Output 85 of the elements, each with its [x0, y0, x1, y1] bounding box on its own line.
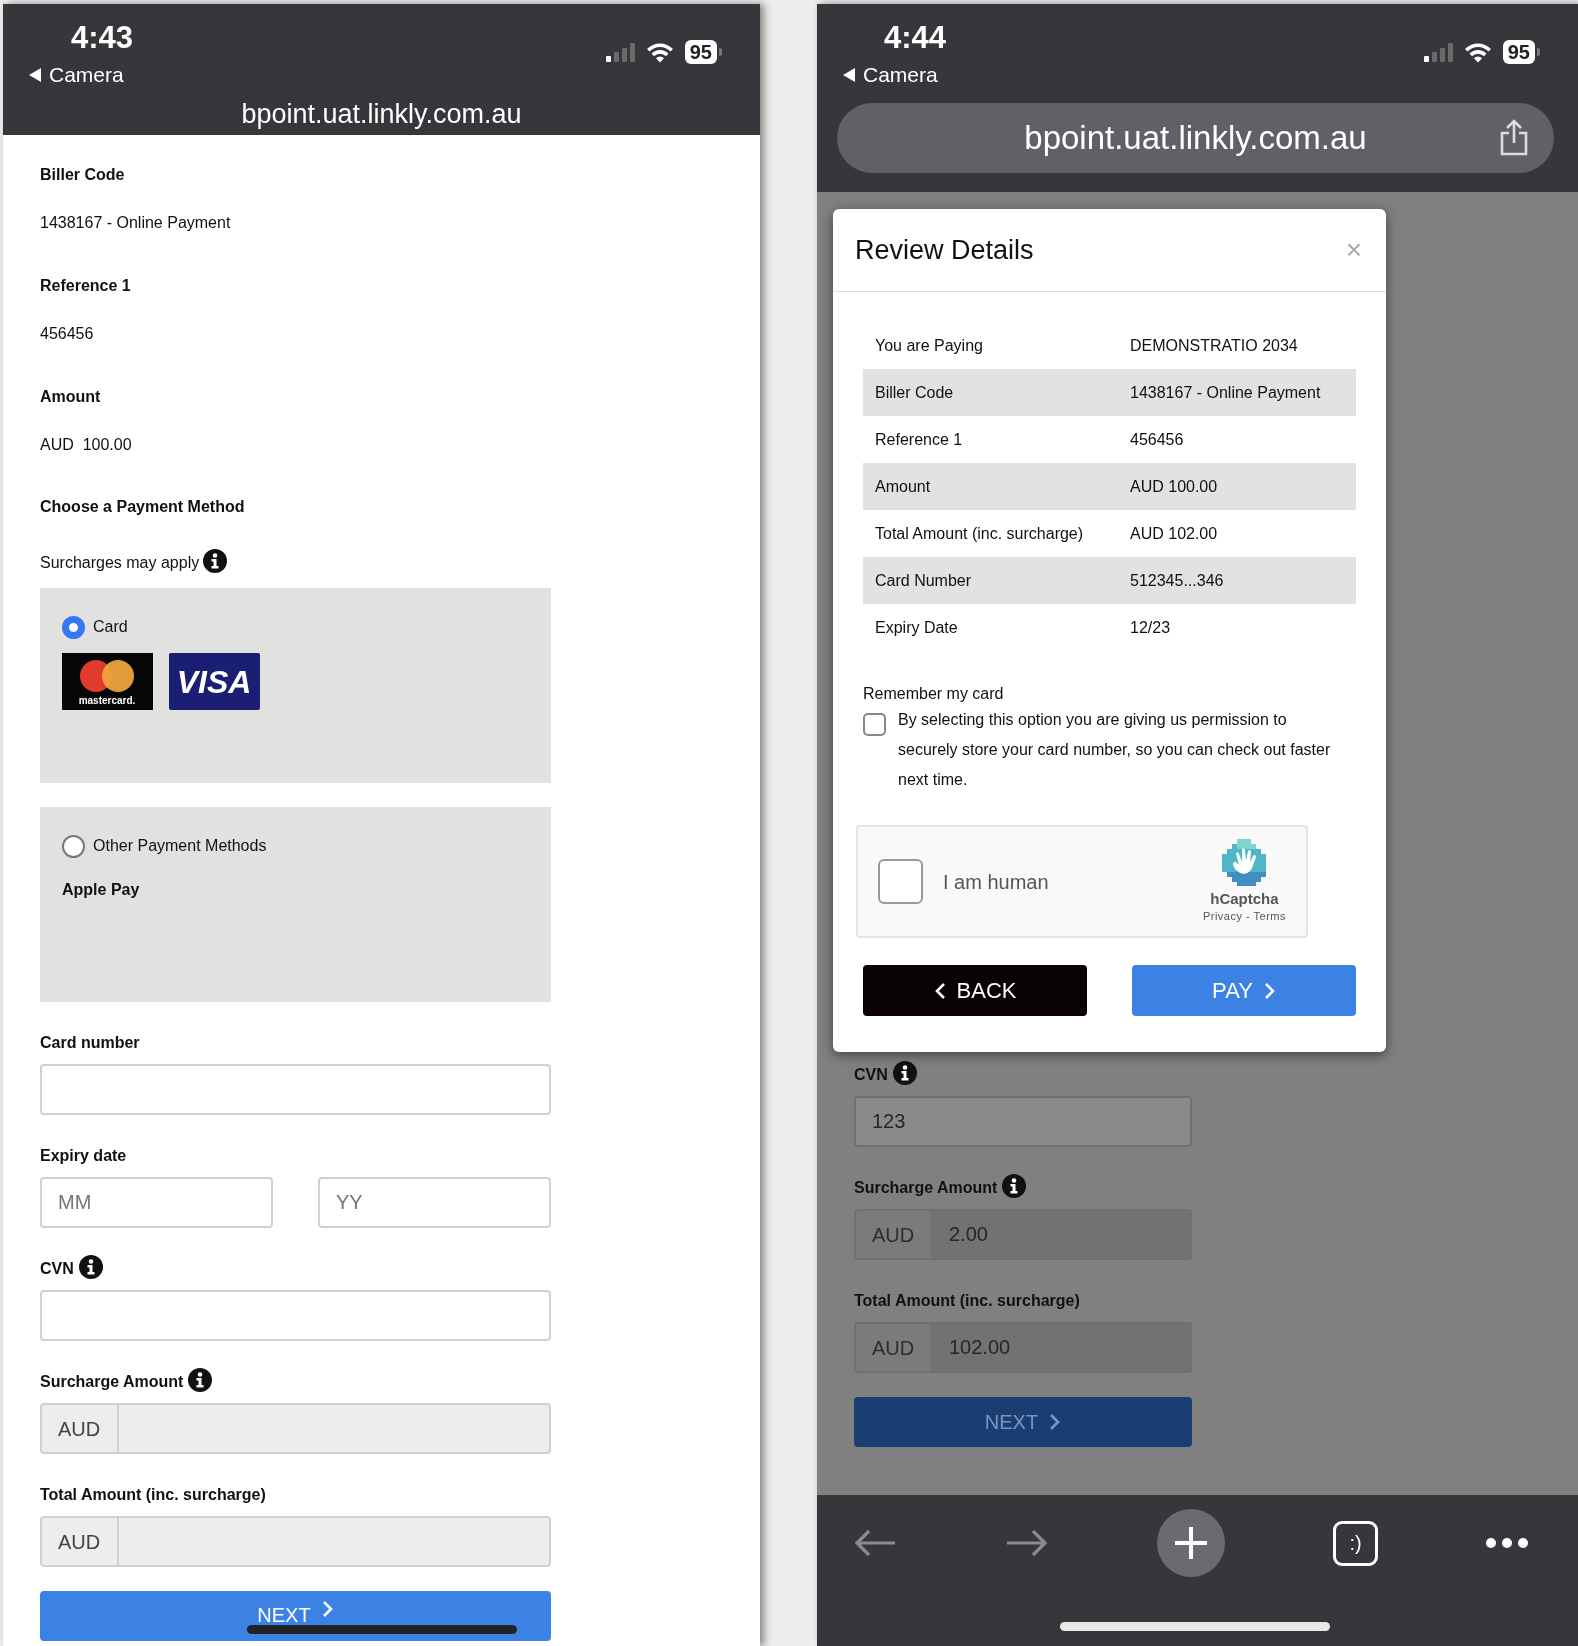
- next-button[interactable]: NEXT: [40, 1591, 551, 1641]
- status-time: 4:44: [884, 20, 947, 56]
- checkbox[interactable]: [863, 713, 886, 736]
- consent-text: By selecting this option you are giving us permission to securely store your card number, so you can check out faster next time.: [898, 710, 1332, 790]
- surcharge-note: Surcharges may apply: [40, 553, 200, 573]
- currency-label: AUD: [854, 1322, 933, 1373]
- table-cell-text: 456456: [1130, 429, 1184, 450]
- back-button[interactable]: BACK: [863, 965, 1087, 1016]
- visa-logo: VISA: [169, 653, 260, 710]
- back-triangle-icon: [29, 68, 41, 82]
- table-cell-text: 512345...346: [1130, 570, 1224, 591]
- more-icon[interactable]: [1486, 1538, 1528, 1548]
- captcha-checkbox[interactable]: [878, 859, 923, 904]
- wifi-icon: [1462, 41, 1493, 63]
- field-label: Card number: [40, 1033, 140, 1053]
- captcha-links[interactable]: Privacy - Terms: [1202, 907, 1286, 925]
- detail-label: Biller Code: [40, 165, 126, 185]
- field-label: Surcharge Amount: [40, 1372, 184, 1392]
- detail-label: Reference 1: [40, 276, 132, 296]
- signal-icon: [605, 42, 635, 62]
- option-label: Card: [93, 617, 128, 637]
- info-icon[interactable]: [203, 549, 228, 573]
- chevron-left-icon: [933, 981, 947, 1000]
- chevron-right-icon: [1048, 1413, 1062, 1431]
- pay-button[interactable]: PAY: [1132, 965, 1356, 1016]
- table-cell-text: AUD 102.00: [1130, 523, 1218, 544]
- table-cell-text: You are Paying: [874, 335, 984, 356]
- detail-value: 456456: [40, 324, 95, 344]
- checkbox-heading: Remember my card: [863, 684, 1005, 704]
- payment-method-name: Apple Pay: [62, 880, 141, 900]
- back-link[interactable]: Camera: [49, 62, 124, 88]
- dialog-title: Review Details: [855, 233, 1034, 267]
- detail-label: Amount: [40, 387, 102, 407]
- captcha-label: I am human: [943, 869, 1049, 895]
- radio-button[interactable]: [62, 615, 85, 639]
- url-text: bpoint.uat.linkly.com.au: [1024, 118, 1367, 159]
- back-link[interactable]: Camera: [863, 62, 938, 88]
- detail-value: AUD 100.00: [40, 435, 133, 455]
- option-label: Other Payment Methods: [93, 836, 267, 856]
- currency-label: AUD: [40, 1516, 119, 1567]
- close-button[interactable]: ×: [1345, 236, 1362, 264]
- wifi-icon: [644, 41, 675, 63]
- radio-button[interactable]: [62, 834, 85, 858]
- table-cell-text: AUD 100.00: [1130, 476, 1218, 497]
- url-text: bpoint.uat.linkly.com.au: [240, 98, 523, 131]
- input-field[interactable]: YY: [318, 1177, 551, 1228]
- input-field[interactable]: [40, 1290, 551, 1341]
- chevron-right-icon: [1262, 981, 1276, 1000]
- forward-arrow-icon[interactable]: [1005, 1527, 1049, 1559]
- field-label: CVN: [854, 1065, 888, 1085]
- input-field[interactable]: MM: [40, 1177, 273, 1228]
- table-cell-text: Biller Code: [874, 382, 955, 403]
- field-label: Surcharge Amount: [854, 1178, 998, 1198]
- address-bar[interactable]: bpoint.uat.linkly.com.au: [837, 103, 1554, 173]
- section-heading: Choose a Payment Method: [40, 497, 246, 517]
- captcha-brand: hCaptcha: [1210, 889, 1279, 908]
- chevron-right-icon: [320, 1600, 334, 1618]
- share-icon[interactable]: [1498, 119, 1530, 156]
- table-cell-text: 1438167 - Online Payment: [1130, 382, 1321, 403]
- field-label: Expiry date: [40, 1146, 127, 1166]
- table-cell-text: 12/23: [1130, 617, 1171, 638]
- next-button[interactable]: NEXT: [854, 1397, 1192, 1447]
- back-arrow-icon[interactable]: [853, 1527, 897, 1559]
- back-triangle-icon: [843, 68, 855, 82]
- mastercard-logo: mastercard.: [62, 653, 153, 710]
- input-field[interactable]: [40, 1064, 551, 1115]
- detail-value: 1438167 - Online Payment: [40, 213, 232, 233]
- table-cell-text: Card Number: [874, 570, 973, 591]
- table-cell-text: Reference 1: [874, 429, 964, 450]
- info-icon[interactable]: [78, 1255, 103, 1279]
- input-field[interactable]: 123: [854, 1096, 1192, 1147]
- status-time: 4:43: [71, 20, 134, 56]
- currency-label: AUD: [40, 1403, 119, 1454]
- plus-icon: [1173, 1525, 1209, 1561]
- field-label: CVN: [40, 1259, 74, 1279]
- table-cell-text: DEMONSTRATIO 2034: [1130, 335, 1298, 356]
- table-cell-text: Total Amount (inc. surcharge): [874, 523, 1085, 544]
- field-label: Total Amount (inc. surcharge): [854, 1291, 1080, 1311]
- table-cell-text: Expiry Date: [874, 617, 959, 638]
- field-label: Total Amount (inc. surcharge): [40, 1485, 266, 1505]
- tabs-button[interactable]: :): [1333, 1520, 1378, 1566]
- table-cell-text: Amount: [874, 476, 932, 497]
- currency-label: AUD: [854, 1209, 933, 1260]
- info-icon[interactable]: [892, 1061, 917, 1085]
- signal-icon: [1423, 42, 1453, 62]
